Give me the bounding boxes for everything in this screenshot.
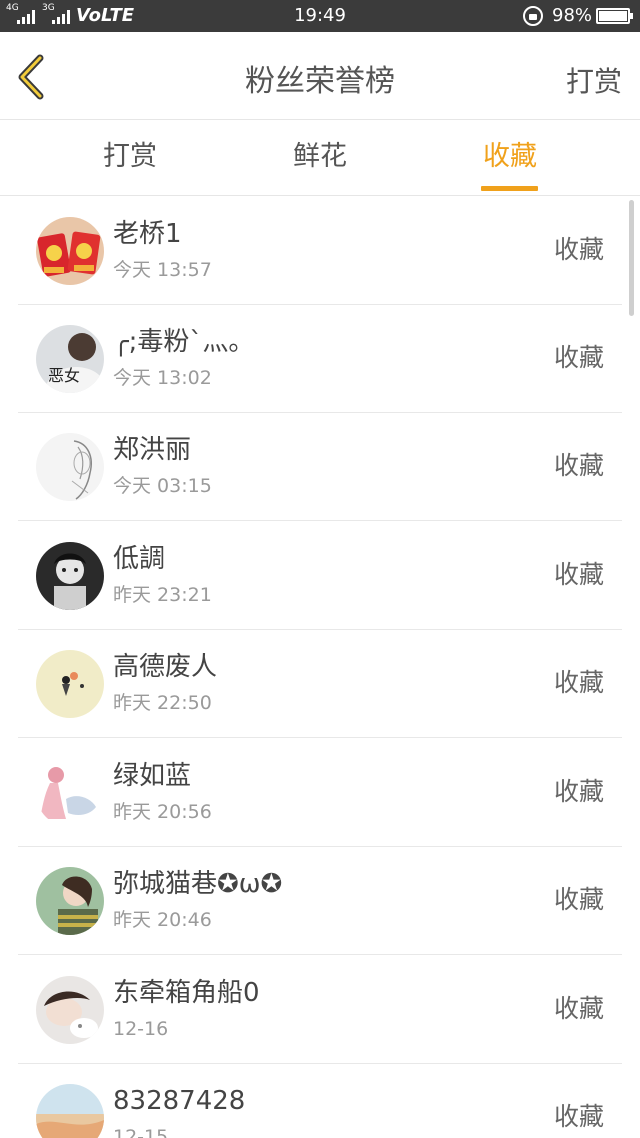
avatar <box>36 650 104 718</box>
favorite-label: 收藏 <box>553 994 604 1023</box>
user-name: ╭;毒粉`灬。 <box>113 327 255 357</box>
tab-reward[interactable]: 打赏 <box>70 139 190 175</box>
avatar <box>36 867 104 935</box>
tab-favorites[interactable]: 收藏 <box>450 139 570 175</box>
user-name: 郑洪丽 <box>113 435 192 465</box>
status-bar: 4G 3G VoLTE 19:49 98% <box>0 0 640 32</box>
list-item[interactable]: 低調 昨天 23:21 收藏 <box>0 522 640 630</box>
avatar: 恶女 <box>36 325 104 393</box>
favorite-label: 收藏 <box>553 451 604 480</box>
timestamp: 昨天 22:50 <box>113 692 212 714</box>
battery-icon <box>596 8 633 24</box>
divider <box>18 737 622 738</box>
user-name: 弥城猫巷✪ω✪ <box>113 869 283 899</box>
timestamp: 昨天 20:56 <box>113 801 212 823</box>
avatar <box>36 1084 104 1138</box>
list-item[interactable]: 郑洪丽 今天 03:15 收藏 <box>0 413 640 521</box>
avatar <box>36 433 104 501</box>
list-item[interactable]: 83287428 12-15 收藏 <box>0 1064 640 1138</box>
user-name: 老桥1 <box>113 219 182 249</box>
favorite-label: 收藏 <box>553 885 604 914</box>
timestamp: 昨天 20:46 <box>113 909 212 931</box>
user-name: 83287428 <box>113 1086 246 1116</box>
timestamp: 昨天 23:21 <box>113 584 212 606</box>
tab-bar: 打赏 鲜花 收藏 <box>0 121 640 196</box>
favorite-label: 收藏 <box>553 668 604 697</box>
user-name: 低調 <box>113 544 166 574</box>
list-item[interactable]: 恶女 ╭;毒粉`灬。 今天 13:02 收藏 <box>0 305 640 413</box>
scrollbar[interactable] <box>629 200 634 316</box>
reward-button[interactable]: 打赏 <box>566 62 622 102</box>
favorite-label: 收藏 <box>553 560 604 589</box>
avatar <box>36 542 104 610</box>
avatar <box>36 976 104 1044</box>
divider <box>18 954 622 955</box>
favorite-label: 收藏 <box>553 777 604 806</box>
list-item[interactable]: 老桥1 今天 13:57 收藏 <box>0 197 640 305</box>
avatar <box>36 759 104 827</box>
page-title: 粉丝荣誉榜 <box>245 64 395 99</box>
battery-percent: 98% <box>552 5 593 26</box>
list-item[interactable]: 东牵箱角船0 12-16 收藏 <box>0 956 640 1064</box>
timestamp: 今天 03:15 <box>113 475 212 497</box>
timestamp: 今天 13:02 <box>113 367 212 389</box>
user-name: 东牵箱角船0 <box>113 978 260 1008</box>
list-item[interactable]: 绿如蓝 昨天 20:56 收藏 <box>0 739 640 847</box>
app-header: 粉丝荣誉榜 打赏 <box>0 32 640 120</box>
list-item[interactable]: 高德废人 昨天 22:50 收藏 <box>0 630 640 738</box>
fan-list[interactable]: 老桥1 今天 13:57 收藏 恶女 ╭;毒粉`灬。 今天 13:02 收藏 郑… <box>0 197 640 1138</box>
favorite-label: 收藏 <box>553 235 604 264</box>
list-item[interactable]: 弥城猫巷✪ω✪ 昨天 20:46 收藏 <box>0 847 640 955</box>
avatar <box>36 217 104 285</box>
timestamp: 今天 13:57 <box>113 259 212 281</box>
favorite-label: 收藏 <box>553 343 604 372</box>
rotation-lock-icon <box>523 6 543 26</box>
divider <box>18 520 622 521</box>
status-time: 19:49 <box>294 5 346 26</box>
timestamp: 12-16 <box>113 1018 169 1040</box>
favorite-label: 收藏 <box>553 1102 604 1131</box>
svg-text:恶女: 恶女 <box>48 366 80 385</box>
active-tab-indicator <box>481 186 538 191</box>
timestamp: 12-15 <box>113 1126 169 1138</box>
user-name: 绿如蓝 <box>113 761 192 791</box>
user-name: 高德废人 <box>113 652 218 682</box>
tab-flowers[interactable]: 鲜花 <box>260 139 380 175</box>
